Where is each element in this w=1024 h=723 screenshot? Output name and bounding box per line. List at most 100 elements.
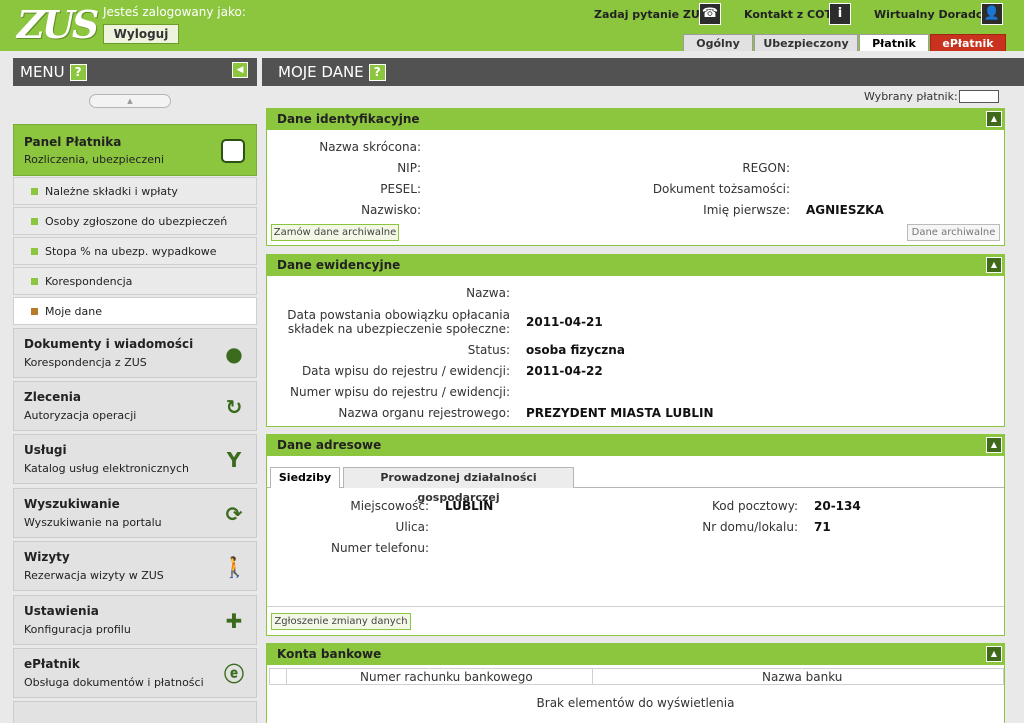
tab-ubezpieczony[interactable]: Ubezpieczony (754, 34, 858, 51)
sidebar-subitem-label: Należne składki i wpłaty (45, 185, 178, 198)
virtual-advisor-link[interactable]: Wirtualny Doradca (874, 8, 990, 21)
obligation-label-line2: składek na ubezpieczenie społeczne: (287, 322, 510, 336)
sidebar-item-title: ePłatnik (24, 657, 80, 671)
section-header: Dane identyfikacyjne ▲ (267, 109, 1004, 130)
contact-cot-link[interactable]: Kontakt z COT (744, 8, 832, 21)
tab-siedziby[interactable]: Siedziby (270, 467, 340, 488)
collapse-section-icon[interactable]: ▲ (986, 646, 1002, 662)
sidebar-item-title: Zlecenia (24, 390, 81, 404)
archive-data-button[interactable]: Dane archiwalne (907, 224, 1000, 241)
nip-label: NIP: (397, 161, 421, 175)
menu-title: MENU (20, 63, 65, 81)
collapse-section-icon[interactable]: ▲ (986, 257, 1002, 273)
column-bank-name[interactable]: Nazwa banku (762, 670, 842, 684)
speech-bubble-icon: ● (225, 342, 243, 366)
sidebar-item-dokumenty[interactable]: Dokumenty i wiadomości Korespondencja z … (13, 328, 257, 378)
collapse-section-icon[interactable]: ▲ (986, 111, 1002, 127)
main-header: MOJE DANE? (262, 58, 1024, 86)
postal-code-value: 20-134 (814, 499, 861, 513)
pesel-label: PESEL: (380, 182, 421, 196)
section-title: Konta bankowe (277, 647, 382, 661)
name-label: Nazwa: (466, 286, 510, 300)
logout-button[interactable]: Wyloguj (103, 24, 179, 44)
walking-person-icon: 🚶 (222, 555, 247, 579)
column-account[interactable]: Numer rachunku bankowego (360, 670, 533, 684)
change-data-button[interactable]: Zgłoszenie zmiany danych (271, 613, 411, 630)
scroll-up-button[interactable]: ▲ (89, 94, 171, 108)
sidebar-subitem-korespondencja[interactable]: Korespondencja (13, 267, 257, 295)
sidebar-item-panel-platnika[interactable]: Panel Płatnika Rozliczenia, ubezpieczeni (13, 124, 257, 176)
logged-in-label: Jesteś zalogowany jako: (103, 5, 246, 19)
network-icon: Y (226, 448, 242, 472)
section-identification: Dane identyfikacyjne ▲ Nazwa skrócona: N… (266, 108, 1005, 246)
entry-date-label: Data wpisu do rejestru / ewidencji: (301, 364, 510, 378)
sidebar-item-subtitle: Konfiguracja profilu (24, 623, 131, 636)
sidebar-subitem-label: Osoby zgłoszone do ubezpieczeń (45, 215, 228, 228)
section-address: Dane adresowe ▲ Siedziby Prowadzonej dzi… (266, 434, 1005, 636)
sidebar-subitem-label: Moje dane (45, 305, 103, 318)
collapse-section-icon[interactable]: ▲ (986, 437, 1002, 453)
postal-code-label: Kod pocztowy: (711, 499, 798, 513)
sidebar-subitem-moje-dane[interactable]: Moje dane (13, 297, 257, 325)
user-icon[interactable]: 👤 (981, 3, 1003, 25)
info-icon[interactable]: i (829, 3, 851, 25)
section-title: Dane adresowe (277, 438, 382, 452)
section-registration: Dane ewidencyjne ▲ Nazwa: Data powstania… (266, 254, 1005, 427)
tab-dzialalnosc[interactable]: Prowadzonej działalności gospodarczej (343, 467, 574, 504)
sidebar-item-wizyty[interactable]: Wizyty Rezerwacja wizyty w ZUS 🚶 (13, 541, 257, 591)
sidebar-item-subtitle: Rozliczenia, ubezpieczeni (24, 153, 165, 166)
ask-zus-link[interactable]: Zadaj pytanie ZUS (594, 8, 708, 21)
collapse-menu-icon[interactable]: ◀ (232, 62, 248, 78)
sidebar-item-subtitle: Wyszukiwanie na portalu (24, 516, 162, 529)
zus-logo[interactable]: ZUS (17, 2, 99, 47)
help-icon[interactable]: ? (368, 64, 386, 81)
page-title: MOJE DANE (278, 63, 364, 81)
chosen-payer-field[interactable] (959, 90, 999, 103)
section-header: Konta bankowe ▲ (267, 644, 1004, 665)
chosen-payer-label: Wybrany płatnik: (864, 90, 958, 103)
section-header: Dane ewidencyjne ▲ (267, 255, 1004, 276)
empty-table-message: Brak elementów do wyświetlenia (536, 696, 735, 710)
sidebar-bottom (13, 701, 257, 723)
sidebar-subitem-osoby[interactable]: Osoby zgłoszone do ubezpieczeń (13, 207, 257, 235)
puzzle-icon: ✚ (225, 609, 243, 633)
tab-platnik[interactable]: Płatnik (859, 34, 929, 51)
sidebar-item-title: Panel Płatnika (24, 135, 122, 149)
bullet-icon (31, 308, 38, 315)
tab-eplatnik[interactable]: ePłatnik (930, 34, 1006, 51)
section-header: Dane adresowe ▲ (267, 435, 1004, 456)
phone-icon[interactable]: ☎ (699, 3, 721, 25)
order-archive-button[interactable]: Zamów dane archiwalne (271, 224, 399, 241)
bullet-icon (31, 188, 38, 195)
sidebar-item-title: Usługi (24, 443, 67, 457)
first-name-value: AGNIESZKA (806, 203, 884, 217)
sidebar-item-uslugi[interactable]: Usługi Katalog usług elektronicznych Y (13, 434, 257, 484)
briefcase-icon (221, 139, 245, 163)
sidebar-subitem-skladki[interactable]: Należne składki i wpłaty (13, 177, 257, 205)
table-header: Numer rachunku bankowego Nazwa banku (269, 668, 1004, 685)
sidebar-item-title: Wyszukiwanie (24, 497, 120, 511)
sidebar-item-ustawienia[interactable]: Ustawienia Konfiguracja profilu ✚ (13, 595, 257, 645)
regon-label: REGON: (742, 161, 790, 175)
phone-label: Numer telefonu: (330, 541, 429, 555)
sidebar-item-zlecenia[interactable]: Zlecenia Autoryzacja operacji ↻ (13, 381, 257, 431)
bullet-icon (31, 218, 38, 225)
status-label: Status: (467, 343, 510, 357)
sidebar-subitem-stopa[interactable]: Stopa % na ubezp. wypadkowe (13, 237, 257, 265)
house-number-label: Nr domu/lokalu: (702, 520, 798, 534)
help-icon[interactable]: ? (69, 64, 87, 81)
sidebar-item-subtitle: Korespondencja z ZUS (24, 356, 147, 369)
short-name-label: Nazwa skrócona: (319, 140, 421, 154)
house-number-value: 71 (814, 520, 831, 534)
sidebar-item-eplatnik[interactable]: ePłatnik Obsługa dokumentów i płatności … (13, 648, 257, 698)
tab-ogolny[interactable]: Ogólny (683, 34, 753, 51)
status-value: osoba fizyczna (526, 343, 625, 357)
obligation-value: 2011-04-21 (526, 315, 603, 329)
id-document-label: Dokument tożsamości: (652, 182, 790, 196)
section-divider (267, 606, 1004, 607)
column-divider (286, 669, 287, 684)
section-title: Dane ewidencyjne (277, 258, 401, 272)
authority-value: PREZYDENT MIASTA LUBLIN (526, 406, 714, 420)
column-divider (592, 669, 593, 684)
sidebar-item-wyszukiwanie[interactable]: Wyszukiwanie Wyszukiwanie na portalu ⟳ (13, 488, 257, 538)
